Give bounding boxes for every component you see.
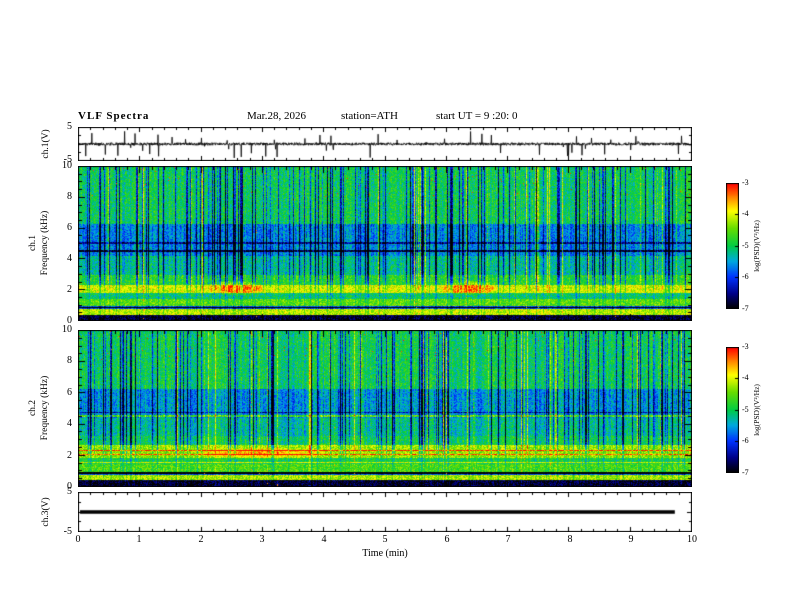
ch2-spectrogram-canvas [78,330,692,487]
x-tick: 3 [259,534,265,545]
date-label: Mar.28, 2026 [247,110,306,122]
start-ut-label: start UT = 9 :20: 0 [436,110,518,122]
cb1-tick: -3 [742,178,749,187]
ch1-spec-axis-title: ch.1 Frequency (kHz) [27,183,51,303]
station-label: station=ATH [341,110,398,122]
x-tick: 2 [198,534,204,545]
ch2-spec-axis-title: ch.2 Frequency (kHz) [27,348,51,468]
colorbar-ch2 [726,347,739,473]
ch3-wave-axis-title: ch.3(V) [41,497,51,527]
x-tick: 4 [321,534,327,545]
ch1-channel-label: ch.1 [28,234,38,252]
x-tick: 0 [75,534,81,545]
x-tick: 10 [687,534,697,545]
cb2-tick: -3 [742,342,749,351]
ch2-channel-label: ch.2 [28,399,38,417]
vlf-spectra-figure: VLF Spectra Mar.28, 2026 station=ATH sta… [0,0,792,612]
ch2-spec-ytick: 10 [62,324,72,335]
x-axis-title: Time (min) [362,548,408,559]
ch1-wave-axis-title: ch.1(V) [41,129,51,159]
ch1-spectrogram-canvas [78,166,692,321]
x-tick: 5 [382,534,388,545]
colorbar-ch1 [726,183,739,309]
ch2-frequency-label: Frequency (kHz) [40,375,50,441]
x-tick: 7 [505,534,511,545]
ch3-waveform-canvas [78,492,692,532]
x-tick: 8 [567,534,573,545]
cb1-unit-label: log(PSD)(V²/Hz) [752,220,761,272]
x-tick: 1 [136,534,142,545]
ch1-frequency-label: Frequency (kHz) [40,210,50,276]
ch1-waveform-canvas [78,127,692,161]
page-title: VLF Spectra [78,110,150,122]
cb1-tick: -7 [742,304,749,313]
x-tick: 6 [444,534,450,545]
cb2-unit-label: log(PSD)(V²/Hz) [752,384,761,436]
x-tick: 9 [628,534,634,545]
cb2-tick: -7 [742,468,749,477]
